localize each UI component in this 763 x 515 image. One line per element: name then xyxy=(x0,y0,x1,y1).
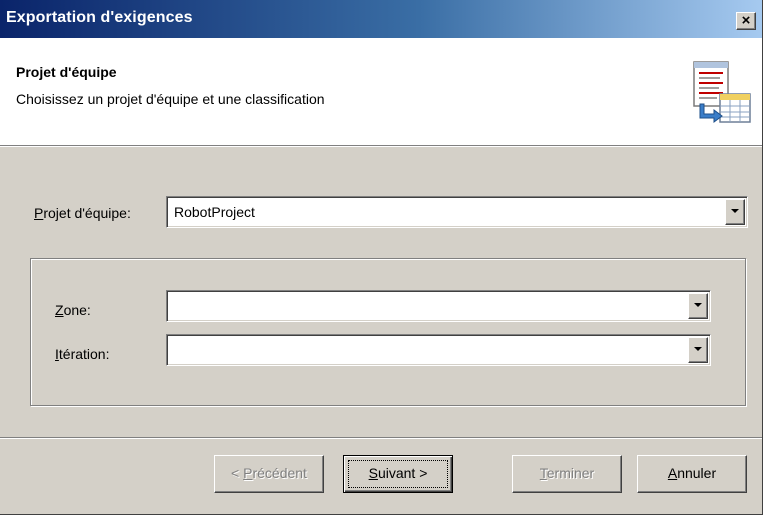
footer-divider xyxy=(0,437,762,439)
area-dropdown-button[interactable] xyxy=(688,293,708,319)
previous-button[interactable]: < Précédent xyxy=(214,455,324,493)
iteration-combobox[interactable] xyxy=(166,334,711,366)
iteration-dropdown-button[interactable] xyxy=(688,337,708,363)
page-title: Projet d'équipe xyxy=(16,64,117,80)
classification-groupbox xyxy=(30,258,746,406)
export-requirements-dialog: Exportation d'exigences × Projet d'équip… xyxy=(0,0,763,515)
iteration-label: Itération: xyxy=(55,346,110,362)
team-project-label: Projet d'équipe: xyxy=(34,205,131,221)
title-bar[interactable]: Exportation d'exigences × xyxy=(0,0,762,38)
team-project-dropdown-button[interactable] xyxy=(725,199,745,225)
chevron-down-icon xyxy=(731,209,739,213)
area-combobox[interactable] xyxy=(166,290,711,322)
page-subtitle: Choisissez un projet d'équipe et une cla… xyxy=(16,91,325,107)
next-button[interactable]: Suivant > xyxy=(343,455,453,493)
cancel-button[interactable]: Annuler xyxy=(637,455,747,493)
close-icon: × xyxy=(741,12,751,29)
close-button[interactable]: × xyxy=(736,12,756,30)
team-project-value: RobotProject xyxy=(174,204,255,220)
window-title: Exportation d'exigences xyxy=(6,9,193,26)
area-label: Zone: xyxy=(55,302,91,318)
header-divider xyxy=(0,146,762,147)
chevron-down-icon xyxy=(694,303,702,307)
wizard-header: Projet d'équipe Choisissez un projet d'é… xyxy=(0,38,762,146)
finish-button[interactable]: Terminer xyxy=(512,455,622,493)
chevron-down-icon xyxy=(694,347,702,351)
export-requirements-icon xyxy=(693,61,751,123)
team-project-combobox[interactable]: RobotProject xyxy=(166,196,748,228)
focus-rectangle xyxy=(348,460,448,488)
